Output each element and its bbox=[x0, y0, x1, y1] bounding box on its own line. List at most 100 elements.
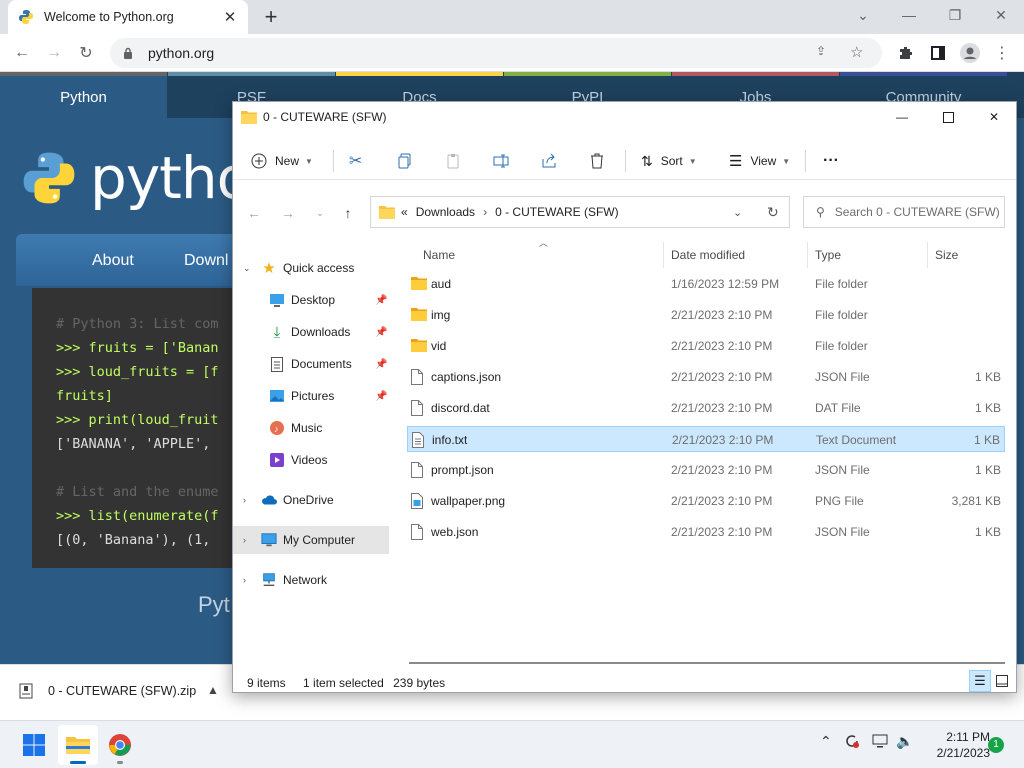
large-icons-view-button[interactable] bbox=[991, 670, 1013, 692]
expand-chevron-icon[interactable]: › bbox=[243, 495, 246, 505]
explorer-titlebar[interactable]: 0 - CUTEWARE (SFW) — ✕ bbox=[233, 102, 1016, 132]
browser-menu-icon[interactable]: ⋮ bbox=[988, 39, 1016, 67]
tab-search-icon[interactable]: ⌄ bbox=[840, 0, 886, 30]
cut-button[interactable]: ✂ bbox=[349, 148, 362, 174]
tab-close-icon[interactable]: ✕ bbox=[222, 8, 238, 26]
file-row[interactable]: aud 1/16/2023 12:59 PM File folder bbox=[407, 271, 1005, 297]
explorer-maximize-button[interactable] bbox=[925, 102, 971, 132]
explorer-back-button[interactable]: ← bbox=[243, 202, 265, 224]
share-icon[interactable]: ⇪ bbox=[816, 44, 826, 58]
refresh-icon[interactable]: ↻ bbox=[767, 204, 779, 221]
svg-text:♪: ♪ bbox=[274, 424, 279, 434]
browser-restore-button[interactable]: ❐ bbox=[932, 0, 978, 30]
explorer-close-button[interactable]: ✕ bbox=[971, 102, 1017, 132]
column-type[interactable]: Type bbox=[815, 248, 841, 262]
file-row[interactable]: captions.json 2/21/2023 2:10 PM JSON File 1… bbox=[407, 364, 1005, 390]
menu-about[interactable]: About bbox=[92, 252, 134, 270]
breadcrumb-separator-icon[interactable]: › bbox=[483, 205, 487, 219]
start-button[interactable] bbox=[14, 725, 54, 765]
new-tab-button[interactable]: + bbox=[258, 4, 284, 30]
explorer-search-input[interactable]: ⚲ Search 0 - CUTEWARE (SFW) bbox=[803, 196, 1005, 228]
copy-button[interactable] bbox=[397, 148, 413, 174]
download-menu-chevron-icon[interactable]: ▲ bbox=[207, 683, 219, 697]
file-row[interactable]: vid 2/21/2023 2:10 PM File folder bbox=[407, 333, 1005, 359]
python-logo[interactable]: pytho bbox=[20, 144, 252, 212]
horizontal-scrollbar[interactable] bbox=[409, 662, 1005, 664]
paste-button[interactable] bbox=[445, 148, 461, 174]
profile-avatar-icon[interactable] bbox=[956, 39, 984, 67]
nav-my-computer[interactable]: › My Computer bbox=[233, 526, 389, 554]
volume-icon[interactable]: 🔈 bbox=[896, 733, 913, 750]
sort-button[interactable]: ⇅ Sort ▼ bbox=[641, 148, 697, 174]
details-view-button[interactable]: ☰ bbox=[969, 670, 991, 692]
explorer-forward-button[interactable]: → bbox=[277, 202, 299, 224]
lock-icon[interactable] bbox=[120, 47, 136, 59]
nav-pictures[interactable]: Pictures 📌 bbox=[233, 382, 389, 410]
pin-icon[interactable]: 📌 bbox=[375, 327, 387, 338]
selection-count: 1 item selected bbox=[303, 676, 384, 690]
expand-chevron-icon[interactable]: › bbox=[243, 575, 246, 585]
folder-icon bbox=[411, 338, 427, 354]
taskbar-chrome[interactable] bbox=[100, 725, 140, 765]
rename-button[interactable] bbox=[493, 148, 509, 174]
column-name[interactable]: Name bbox=[423, 248, 455, 262]
new-button[interactable]: New ▼ bbox=[251, 148, 313, 174]
address-bar[interactable]: python.org ⇪ ☆ bbox=[110, 38, 882, 68]
column-size[interactable]: Size bbox=[935, 248, 958, 262]
python-logo-text: pytho bbox=[90, 144, 252, 212]
nav-videos[interactable]: Videos bbox=[233, 446, 389, 474]
download-item[interactable]: 0 - CUTEWARE (SFW).zip bbox=[18, 683, 196, 699]
browser-minimize-button[interactable]: — bbox=[886, 0, 932, 30]
pin-icon[interactable]: 📌 bbox=[375, 359, 387, 370]
nav-network[interactable]: › Network bbox=[233, 566, 389, 594]
sync-icon[interactable] bbox=[844, 733, 860, 752]
expand-chevron-icon[interactable]: › bbox=[243, 535, 246, 545]
file-row[interactable]: wallpaper.png 2/21/2023 2:10 PM PNG File 3,… bbox=[407, 488, 1005, 514]
file-date: 2/21/2023 2:10 PM bbox=[671, 463, 773, 477]
file-row[interactable]: web.json 2/21/2023 2:10 PM JSON File 1 KB bbox=[407, 519, 1005, 545]
address-dropdown-chevron-icon[interactable]: ⌄ bbox=[733, 206, 742, 219]
breadcrumb-current[interactable]: 0 - CUTEWARE (SFW) bbox=[495, 205, 619, 219]
nav-quick-access[interactable]: ⌄ ★ Quick access bbox=[233, 254, 389, 282]
menu-downloads[interactable]: Downl bbox=[184, 252, 228, 270]
nav-music[interactable]: ♪ Music bbox=[233, 414, 389, 442]
breadcrumb-downloads[interactable]: Downloads bbox=[416, 205, 475, 219]
recent-locations-chevron-icon[interactable]: ⌄ bbox=[309, 202, 331, 224]
file-type: File folder bbox=[815, 339, 868, 353]
nav-python[interactable]: Python bbox=[0, 72, 167, 118]
pin-icon[interactable]: 📌 bbox=[375, 295, 387, 306]
nav-downloads[interactable]: ⤓ Downloads 📌 bbox=[233, 318, 389, 346]
view-button[interactable]: ☰ View ▼ bbox=[729, 148, 790, 174]
address-overflow[interactable]: « bbox=[401, 205, 408, 219]
delete-button[interactable] bbox=[589, 148, 605, 174]
file-row[interactable]: img 2/21/2023 2:10 PM File folder bbox=[407, 302, 1005, 328]
browser-close-button[interactable]: ✕ bbox=[978, 0, 1024, 30]
column-date-modified[interactable]: Date modified bbox=[671, 248, 745, 262]
back-button[interactable]: ← bbox=[8, 39, 36, 67]
extensions-icon[interactable] bbox=[892, 39, 920, 67]
forward-button[interactable]: → bbox=[40, 39, 68, 67]
sort-arrows-icon: ⇅ bbox=[641, 152, 653, 169]
reload-button[interactable]: ↻ bbox=[72, 39, 100, 67]
browser-tab[interactable]: Welcome to Python.org ✕ bbox=[8, 0, 248, 34]
file-row[interactable]: discord.dat 2/21/2023 2:10 PM DAT File 1 KB bbox=[407, 395, 1005, 421]
notification-badge[interactable]: 1 bbox=[988, 737, 1004, 753]
nav-onedrive[interactable]: › OneDrive bbox=[233, 486, 389, 514]
taskbar-file-explorer[interactable] bbox=[58, 725, 98, 765]
explorer-address-bar[interactable]: « Downloads › 0 - CUTEWARE (SFW) ⌄ ↻ bbox=[370, 196, 790, 228]
file-row[interactable]: info.txt 2/21/2023 2:10 PM Text Document 1 … bbox=[407, 426, 1005, 452]
bookmark-star-icon[interactable]: ☆ bbox=[850, 43, 863, 61]
nav-documents[interactable]: Documents 📌 bbox=[233, 350, 389, 378]
show-hidden-icons-chevron-icon[interactable]: ⌃ bbox=[820, 733, 832, 750]
share-button[interactable] bbox=[541, 148, 557, 174]
up-button[interactable]: ↑ bbox=[337, 202, 359, 224]
collapse-chevron-icon[interactable]: ⌄ bbox=[243, 263, 251, 274]
more-options-button[interactable]: ··· bbox=[823, 148, 839, 174]
side-panel-icon[interactable] bbox=[924, 39, 952, 67]
file-row[interactable]: prompt.json 2/21/2023 2:10 PM JSON File 1 K… bbox=[407, 457, 1005, 483]
nav-desktop[interactable]: Desktop 📌 bbox=[233, 286, 389, 314]
system-clock[interactable]: 2:11 PM 2/21/2023 bbox=[920, 729, 990, 761]
network-icon[interactable] bbox=[872, 733, 888, 752]
explorer-minimize-button[interactable]: — bbox=[879, 102, 925, 132]
pin-icon[interactable]: 📌 bbox=[375, 391, 387, 402]
